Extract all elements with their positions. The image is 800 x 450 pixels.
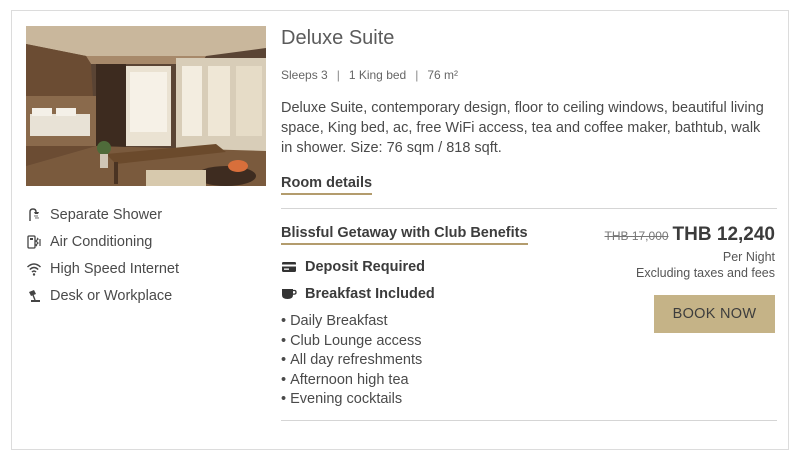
price-line: THB 17,000 THB 12,240 xyxy=(605,224,776,246)
room-description: Deluxe Suite, contemporary design, floor… xyxy=(281,100,764,156)
room-title: Deluxe Suite xyxy=(281,27,395,49)
amenity-label: Air Conditioning xyxy=(50,233,153,250)
room-details-link[interactable]: Room details xyxy=(281,175,373,195)
spec-separator: | xyxy=(415,68,419,82)
amenity-label: High Speed Internet xyxy=(50,260,179,277)
amenity-desk-workplace: Desk or Workplace xyxy=(26,282,179,309)
spec-bed: 1 King bed xyxy=(348,68,407,82)
room-photo[interactable] xyxy=(26,26,266,186)
offer-name-link[interactable]: Blissful Getaway with Club Benefits xyxy=(281,225,528,245)
book-now-button[interactable]: BOOK NOW xyxy=(654,295,775,333)
spec-size: 76 m² xyxy=(427,68,459,82)
benefits-list: Daily Breakfast Club Lounge access All d… xyxy=(281,312,422,410)
tax-note: Excluding taxes and fees xyxy=(636,266,775,280)
benefit-item: All day refreshments xyxy=(281,351,422,371)
wifi-icon xyxy=(26,261,42,277)
amenities-list: Separate Shower Air Conditioning High Sp… xyxy=(26,201,179,309)
divider xyxy=(281,420,777,421)
coffee-cup-icon xyxy=(281,288,297,300)
benefit-item: Evening cocktails xyxy=(281,390,422,410)
per-night-label: Per Night xyxy=(722,250,775,264)
air-conditioning-icon xyxy=(26,234,42,250)
credit-card-icon xyxy=(281,261,297,273)
amenity-separate-shower: Separate Shower xyxy=(26,201,179,228)
divider xyxy=(281,208,777,209)
amenity-high-speed-internet: High Speed Internet xyxy=(26,255,179,282)
benefit-item: Club Lounge access xyxy=(281,332,422,352)
benefit-item: Afternoon high tea xyxy=(281,371,422,391)
spec-occupancy: Sleeps 3 xyxy=(281,68,328,82)
room-specs: Sleeps 3 | 1 King bed | 76 m² xyxy=(281,68,458,82)
amenity-air-conditioning: Air Conditioning xyxy=(26,228,179,255)
price-box: THB 17,000 THB 12,240 Per Night Excluding… xyxy=(605,224,776,280)
benefit-item: Daily Breakfast xyxy=(281,312,422,332)
spec-separator: | xyxy=(336,68,340,82)
discounted-price: THB 12,240 xyxy=(672,224,775,245)
inclusion-breakfast: Breakfast Included xyxy=(281,286,435,302)
amenity-label: Separate Shower xyxy=(50,206,163,223)
amenity-label: Desk or Workplace xyxy=(50,287,173,304)
room-card: Separate Shower Air Conditioning High Sp… xyxy=(11,10,789,450)
original-price: THB 17,000 xyxy=(604,229,669,243)
inclusion-label: Deposit Required xyxy=(305,259,426,275)
inclusion-deposit: Deposit Required xyxy=(281,259,425,275)
shower-icon xyxy=(26,207,42,223)
desk-lamp-icon xyxy=(26,288,42,304)
inclusion-label: Breakfast Included xyxy=(305,286,435,302)
